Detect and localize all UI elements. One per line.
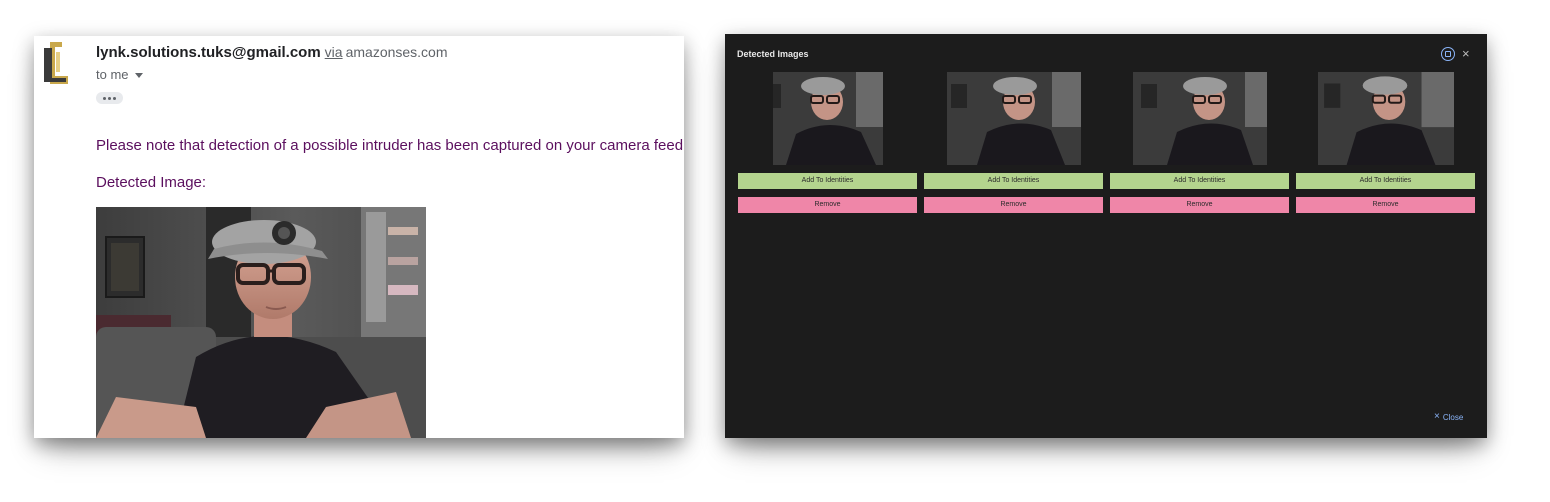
ellipsis-icon[interactable] [96,92,123,104]
via-link[interactable]: via [325,44,343,60]
remove-button[interactable]: Remove [1296,197,1475,213]
detected-image-grid: Add To Identities Remove Add To Identiti… [738,72,1475,213]
recipients-toggle[interactable]: to me [96,67,143,82]
remove-button[interactable]: Remove [924,197,1103,213]
detected-image [96,207,426,438]
add-to-identities-button[interactable]: Add To Identities [738,173,917,189]
detected-image-card: Add To Identities Remove [1296,72,1475,213]
detected-images-modal: Detected Images × Add To Identities Remo… [725,34,1487,438]
via-domain: amazonses.com [345,44,448,60]
detected-image-card: Add To Identities Remove [738,72,917,213]
add-to-identities-button[interactable]: Add To Identities [1110,173,1289,189]
detected-image-thumbnail [1317,72,1454,165]
detected-image-card: Add To Identities Remove [1110,72,1289,213]
remove-button[interactable]: Remove [1110,197,1289,213]
email-panel: lynk.solutions.tuks@gmail.com via amazonse… [34,36,684,438]
close-icon[interactable]: × [1462,47,1470,61]
detected-image-label: Detected Image: [96,174,207,191]
company-logo [44,42,68,84]
close-icon: × [1434,411,1440,422]
detected-image-thumbnail [946,72,1081,165]
remove-button[interactable]: Remove [738,197,917,213]
sender-line: lynk.solutions.tuks@gmail.com via amazonse… [96,44,448,61]
detected-image-card: Add To Identities Remove [924,72,1103,213]
sender-name[interactable]: lynk.solutions.tuks@gmail.com [96,44,321,61]
detected-image-thumbnail [772,72,883,165]
detected-image-thumbnail [1132,72,1267,165]
chevron-down-icon[interactable] [134,73,143,78]
add-to-identities-button[interactable]: Add To Identities [1296,173,1475,189]
close-label: Close [1442,412,1464,422]
to-label: to me [96,67,129,82]
modal-title: Detected Images [737,49,809,59]
close-button[interactable]: × Close [1434,412,1463,422]
email-body-text: Please note that detection of a possible… [96,137,684,154]
add-to-identities-button[interactable]: Add To Identities [924,173,1103,189]
expand-icon[interactable] [1441,47,1455,61]
